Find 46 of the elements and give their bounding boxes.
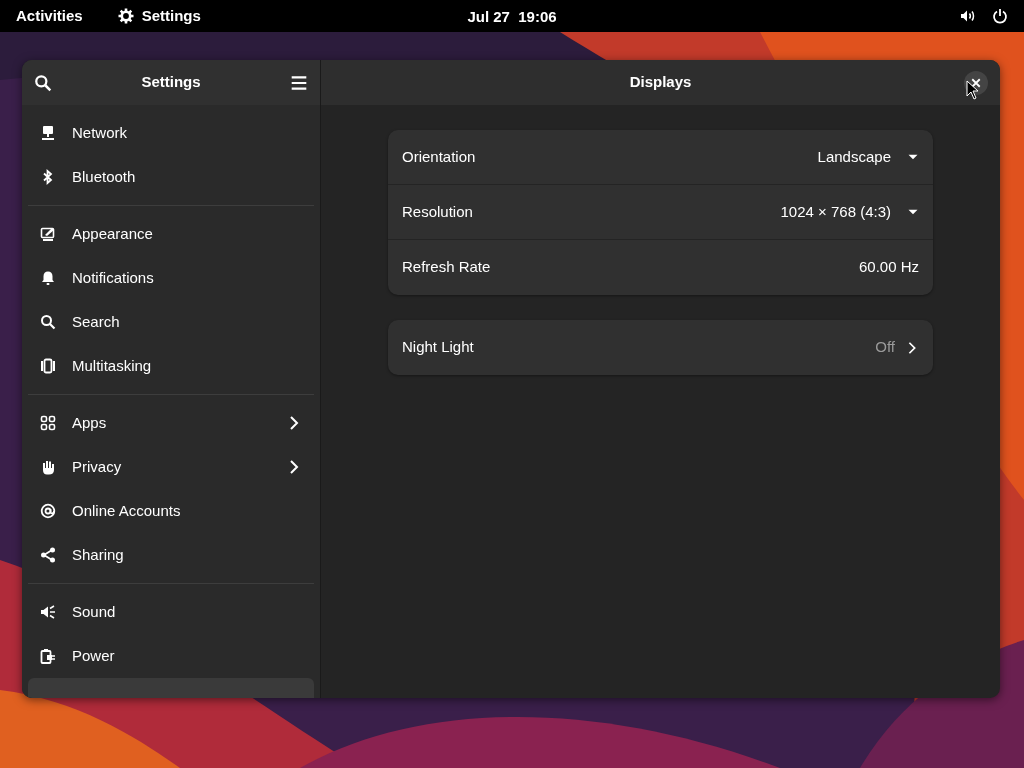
row-label: Resolution xyxy=(402,201,473,222)
row-value: Off xyxy=(875,337,895,358)
row-value: 60.00 Hz xyxy=(858,257,919,278)
close-icon xyxy=(970,77,982,89)
row-label: Orientation xyxy=(402,146,476,167)
monitor-icon xyxy=(40,226,56,242)
hand-icon xyxy=(40,459,56,475)
sidebar-item[interactable]: Multitasking xyxy=(28,344,314,388)
sidebar-item[interactable]: Bluetooth xyxy=(28,155,314,199)
clock[interactable]: Jul 27 19:06 xyxy=(467,6,557,29)
search-icon xyxy=(40,314,56,330)
network-icon xyxy=(40,125,56,141)
gear-icon xyxy=(117,8,134,24)
sidebar-item[interactable]: Appearance xyxy=(28,212,314,256)
sidebar-title: Settings xyxy=(141,72,201,93)
battery-icon xyxy=(40,648,56,664)
share-icon xyxy=(40,547,56,563)
sidebar-item[interactable]: Search xyxy=(28,300,314,344)
bell-icon xyxy=(40,270,56,286)
at-icon xyxy=(40,503,56,519)
multitasking-icon xyxy=(40,358,56,374)
menu-icon xyxy=(290,73,308,92)
grid-icon xyxy=(40,415,56,431)
page-title: Displays xyxy=(629,72,692,93)
row-value: Landscape xyxy=(817,146,891,167)
dropdown-row[interactable]: Resolution 1024 × 768 (4:3) xyxy=(388,185,933,240)
sidebar-item[interactable]: Sharing xyxy=(28,533,314,577)
sidebar-item[interactable]: Notifications xyxy=(28,256,314,300)
row-value: 1024 × 768 (4:3) xyxy=(780,201,891,222)
sidebar-item[interactable]: Privacy xyxy=(28,445,314,489)
app-menu-button[interactable]: Settings xyxy=(117,4,201,28)
activities-button[interactable]: Activities xyxy=(16,4,83,28)
row-label: Night Light xyxy=(402,337,474,358)
settings-row[interactable]: Night Light Off xyxy=(388,320,933,375)
sidebar-item[interactable]: Online Accounts xyxy=(28,489,314,533)
cursor-icon xyxy=(966,80,978,100)
dropdown-row[interactable]: Orientation Landscape xyxy=(388,130,933,185)
sidebar-item[interactable]: Sound xyxy=(28,590,314,634)
search-icon xyxy=(34,73,52,92)
row-label: Refresh Rate xyxy=(402,257,491,278)
sidebar-item[interactable]: Power xyxy=(28,634,314,678)
speaker-icon xyxy=(40,604,56,620)
volume-icon[interactable] xyxy=(960,8,976,24)
sidebar-item[interactable]: Network xyxy=(28,111,314,155)
sidebar-item[interactable]: Apps xyxy=(28,401,314,445)
power-icon[interactable] xyxy=(992,8,1008,24)
